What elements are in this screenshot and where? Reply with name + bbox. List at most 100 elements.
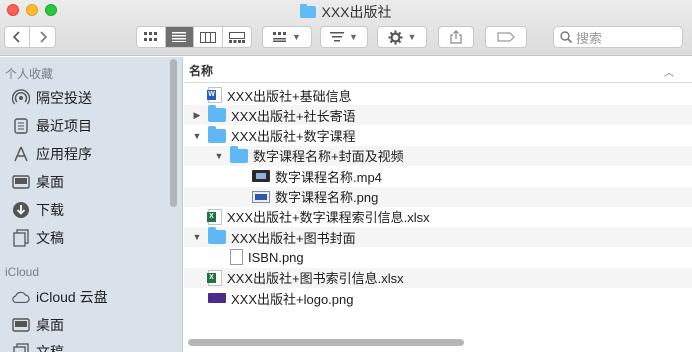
disclosure-expanded-icon[interactable]: ▼ (192, 232, 202, 242)
sidebar-item-label: 应用程序 (36, 146, 92, 162)
sidebar-item-icloud-documents[interactable]: 文稿 (12, 341, 64, 352)
sidebar-item-label: 桌面 (36, 317, 64, 333)
columns-icon (199, 31, 216, 43)
gear-icon (388, 29, 403, 45)
file-row[interactable]: 数字课程名称.mp4 (184, 166, 692, 186)
disclosure-expanded-icon[interactable]: ▼ (192, 131, 202, 141)
sidebar-item-label: 最近项目 (36, 118, 92, 134)
chevron-down-icon: ▼ (292, 32, 301, 42)
video-file-icon (252, 170, 270, 183)
folder-icon (230, 145, 248, 163)
horizontal-scrollbar[interactable] (188, 339, 464, 346)
word-document-icon (207, 87, 222, 103)
sidebar-item-icloud-drive[interactable]: iCloud 云盘 (12, 286, 108, 308)
downloads-icon (12, 201, 30, 219)
sidebar-item-documents[interactable]: 文稿 (12, 227, 64, 249)
list-icon (172, 32, 187, 42)
file-name: 数字课程名称.mp4 (275, 169, 382, 185)
image-file-icon (252, 190, 270, 203)
list-view-button[interactable] (165, 27, 194, 47)
tag-icon (497, 32, 515, 42)
chevron-left-icon (13, 31, 20, 43)
file-name: XXX出版社+数字课程 (231, 129, 356, 145)
file-row[interactable]: ISBN.png (184, 247, 692, 267)
chevron-down-icon: ▼ (407, 32, 417, 42)
file-row[interactable]: ▼ XXX出版社+数字课程 (184, 125, 692, 146)
file-row[interactable]: XXX出版社+基础信息 (184, 85, 692, 105)
share-button[interactable] (438, 26, 474, 48)
chevron-right-icon (39, 31, 47, 43)
sidebar-section-favorites: 个人收藏 (5, 67, 54, 81)
folder-icon (208, 105, 226, 123)
action-menu-button[interactable]: ▼ (377, 26, 427, 48)
folder-icon (300, 4, 317, 18)
documents-icon (12, 229, 30, 247)
search-icon (560, 31, 572, 43)
sidebar: 个人收藏 隔空投送 最近项目 应用程序 桌面 下载 文稿 iCloud iClo… (0, 57, 183, 352)
tags-button[interactable] (485, 26, 527, 48)
sidebar-scrollbar[interactable] (170, 59, 177, 207)
disclosure-collapsed-icon[interactable]: ▶ (192, 110, 202, 121)
search-field[interactable]: 搜索 (553, 26, 683, 48)
file-row[interactable]: XXX出版社+图书索引信息.xlsx (184, 267, 692, 288)
back-button[interactable] (5, 27, 31, 47)
sidebar-item-applications[interactable]: 应用程序 (12, 143, 92, 165)
folder-icon (208, 125, 226, 143)
sidebar-item-label: 文稿 (36, 344, 64, 352)
recents-icon (12, 117, 30, 135)
file-row[interactable]: ▼ XXX出版社+图书封面 (184, 227, 692, 248)
cloud-icon (12, 288, 30, 306)
sort-button[interactable]: ▼ (320, 26, 368, 48)
forward-button[interactable] (30, 27, 55, 47)
sidebar-item-desktop[interactable]: 桌面 (12, 171, 64, 193)
airdrop-icon (12, 89, 30, 107)
file-row[interactable]: ▶ XXX出版社+社长寄语 (184, 105, 692, 126)
excel-spreadsheet-icon (207, 208, 222, 225)
chevron-down-icon: ▼ (349, 32, 358, 42)
sort-lines-icon (330, 32, 345, 42)
file-list: 名称 ︿ XXX出版社+基础信息 ▶ XXX出版社+社长寄语 ▼ XXX出版社+数字课程… (184, 57, 692, 352)
group-by-button[interactable]: ▼ (262, 26, 312, 48)
file-name: XXX出版社+数字课程索引信息.xlsx (227, 210, 430, 226)
logo-image-icon (208, 293, 226, 303)
file-row[interactable]: XXX出版社+logo.png (184, 288, 692, 308)
file-name: XXX出版社+基础信息 (227, 88, 352, 104)
applications-icon (12, 145, 30, 163)
finder-window: XXX出版社 ▼ ▼ ▼ 搜索 个人收藏 隔空投送 最近项目 应用程序 桌面 下… (0, 0, 692, 352)
sidebar-item-label: 下载 (36, 202, 64, 218)
file-name: XXX出版社+社长寄语 (231, 108, 356, 124)
file-row[interactable]: XXX出版社+数字课程索引信息.xlsx (184, 207, 692, 227)
column-view-button[interactable] (194, 27, 223, 47)
name-column-header[interactable]: 名称 ︿ (184, 57, 692, 83)
file-name: ISBN.png (248, 249, 304, 265)
sidebar-item-label: 隔空投送 (36, 90, 92, 106)
search-placeholder: 搜索 (576, 30, 603, 46)
grid-icon (143, 32, 157, 41)
sidebar-item-recents[interactable]: 最近项目 (12, 115, 92, 137)
window-title-text: XXX出版社 (321, 4, 392, 20)
file-row[interactable]: 数字课程名称.png (184, 186, 692, 207)
sidebar-item-airdrop[interactable]: 隔空投送 (12, 87, 92, 109)
sidebar-item-label: 桌面 (36, 174, 64, 190)
gallery-icon (228, 31, 245, 43)
disclosure-expanded-icon[interactable]: ▼ (214, 151, 224, 161)
share-icon (450, 30, 462, 44)
navigation-buttons (4, 26, 56, 48)
desktop-icon (12, 173, 30, 191)
file-name: XXX出版社+图书封面 (231, 230, 356, 246)
sidebar-item-label: 文稿 (36, 230, 64, 246)
sidebar-item-icloud-desktop[interactable]: 桌面 (12, 314, 64, 336)
group-grid-icon (273, 32, 287, 42)
file-name: XXX出版社+logo.png (231, 291, 354, 307)
file-name: 数字课程名称.png (275, 190, 379, 205)
desktop-icon (12, 316, 30, 334)
gallery-view-button[interactable] (223, 27, 251, 47)
view-mode-control (136, 26, 252, 48)
window-title: XXX出版社 (0, 2, 692, 22)
sort-ascending-icon: ︿ (664, 68, 674, 79)
file-name: XXX出版社+图书索引信息.xlsx (227, 271, 404, 287)
sidebar-item-downloads[interactable]: 下载 (12, 199, 64, 221)
file-row[interactable]: ▼ 数字课程名称+封面及视频 (184, 145, 692, 166)
folder-icon (208, 227, 226, 245)
icon-view-button[interactable] (137, 27, 166, 47)
